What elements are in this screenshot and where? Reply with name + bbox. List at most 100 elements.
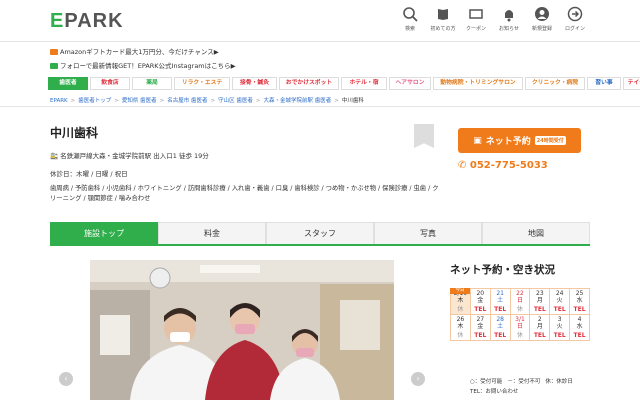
calendar-day[interactable]: 27 金 TEL [469, 314, 491, 341]
day-date: 26 [456, 316, 465, 323]
calendar-day[interactable]: 21 土 TEL [489, 288, 511, 315]
carousel-next-button[interactable]: › [411, 372, 425, 386]
day-weekday: 金 [477, 297, 484, 304]
day-date: 3 [557, 316, 562, 323]
day-status: TEL [573, 306, 586, 313]
calendar-day[interactable]: 23 月 TEL [529, 288, 551, 315]
station-info: 🚉 名鉄瀬戸線大森・金城学院前駅 出入口1 徒歩 19分 [50, 152, 209, 160]
divider [0, 106, 640, 107]
24h-badge: 24時間受付 [534, 136, 566, 145]
day-status: 休 [457, 332, 464, 339]
day-date: 25 [575, 290, 584, 297]
coupon-nav-button[interactable]: クーポン [461, 6, 491, 32]
calendar-day[interactable]: 20 金 TEL [469, 288, 491, 315]
day-date: 2 [537, 316, 542, 323]
category-tab[interactable]: ヘアサロン [389, 77, 431, 90]
day-weekday: 水 [576, 297, 583, 304]
calendar-day[interactable]: 28 土 TEL [489, 314, 511, 341]
availability-calendar: 2/19木休20金TEL21土TEL22日休23月TEL24火TEL25水TEL… [450, 288, 590, 341]
site-header: EPARK 検索 初めての方 クーポン お知らせ 新規登録 ログイン [0, 0, 640, 42]
day-date: 23 [536, 290, 544, 297]
day-date: 28 [496, 316, 504, 323]
book-icon [438, 9, 448, 20]
tab-top[interactable]: 施設トップ [50, 222, 158, 244]
tab-map[interactable]: 地図 [482, 222, 590, 244]
day-status: TEL [533, 306, 546, 313]
tab-photo[interactable]: 写真 [374, 222, 482, 244]
day-status: 休 [457, 306, 464, 313]
day-date: 21 [496, 290, 504, 297]
breadcrumb-link[interactable]: 守山区 歯医者 [218, 98, 253, 104]
calendar-day: 26 木休 [450, 314, 471, 341]
book-nav-button[interactable]: 初めての方 [428, 6, 458, 32]
login-nav-button[interactable]: ログイン [560, 6, 590, 32]
day-status: 休 [516, 332, 523, 339]
bell-nav-button[interactable]: お知らせ [494, 6, 524, 32]
phone-link[interactable]: ✆ 052-775-5033 [458, 160, 548, 171]
epark-logo[interactable]: EPARK [50, 10, 124, 33]
legend-item: TEL：お問い合わせ [470, 389, 519, 395]
category-tab[interactable]: テイクアウト [623, 77, 640, 90]
breadcrumb-link[interactable]: 大森・金城学院前駅 歯医者 [263, 98, 331, 104]
tab-staff[interactable]: スタッフ [266, 222, 374, 244]
bookmark-icon[interactable] [414, 124, 434, 148]
net-reserve-button[interactable]: ▣ ネット予約 24時間受付 [458, 128, 581, 153]
today-label: 今日 [450, 288, 470, 294]
legend-item: 休：休診日 [545, 379, 573, 385]
day-weekday: 土 [497, 323, 504, 330]
phone-icon: ✆ [458, 160, 470, 171]
legend-item: ○：受付可能 [470, 379, 503, 385]
category-tab[interactable]: 習い事 [587, 77, 621, 90]
breadcrumb-separator: > [114, 98, 119, 104]
calendar-check-icon: ▣ [473, 135, 482, 146]
category-tab[interactable]: 薬局 [132, 77, 172, 90]
breadcrumb-link[interactable]: 愛知県 歯医者 [122, 98, 157, 104]
breadcrumb-link[interactable]: 名古屋市 歯医者 [167, 98, 207, 104]
clinic-name: 中川歯科 [50, 126, 99, 140]
clinic-tabs: 施設トップ 料金 スタッフ 写真 地図 [50, 222, 590, 246]
day-weekday: 火 [556, 297, 563, 304]
day-weekday: 土 [497, 297, 504, 304]
day-date: 24 [555, 290, 564, 297]
day-weekday: 火 [556, 323, 563, 330]
promo-amazon[interactable]: Amazonギフトカード最大1万円分、今だけチャンス▶ [50, 46, 219, 56]
tab-price[interactable]: 料金 [158, 222, 266, 244]
day-weekday: 木 [457, 323, 464, 330]
calendar-day[interactable]: 25 水 TEL [569, 288, 590, 315]
day-weekday: 木 [457, 297, 464, 304]
calendar-day[interactable]: 24 火 TEL [549, 288, 571, 315]
category-tab[interactable]: ホテル・宿 [341, 77, 387, 90]
category-tab[interactable]: 動物病院・トリミングサロン [433, 77, 523, 90]
search-nav-button[interactable]: 検索 [395, 6, 425, 32]
day-status: TEL [494, 306, 507, 313]
day-status: 休 [516, 306, 523, 313]
calendar-day[interactable]: 4 水 TEL [569, 314, 590, 341]
category-nav: 歯医者 飲食店 薬局 リラク・エステ 接骨・鍼灸 おでかけスポット ホテル・宿 ヘアサロン 動物… [48, 77, 640, 90]
category-tab[interactable]: 飲食店 [90, 77, 130, 90]
day-weekday: 水 [576, 323, 583, 330]
breadcrumb-separator: > [255, 98, 261, 104]
breadcrumb-link[interactable]: 歯医者トップ [78, 98, 111, 104]
breadcrumb-link[interactable]: EPARK [50, 98, 68, 104]
legend-item: －：受付不可 [507, 379, 541, 385]
calendar-day[interactable]: 3 火 TEL [549, 314, 571, 341]
day-date: 4 [577, 316, 582, 323]
clinic-staff-photo [90, 260, 394, 400]
closed-days: 休診日：木曜 / 日曜 / 祝日 [50, 170, 128, 178]
day-date: 3/1 [515, 316, 525, 323]
calendar-day[interactable]: 2 月 TEL [529, 314, 551, 341]
day-status: TEL [553, 332, 566, 339]
treatment-list: 歯周病 / 予防歯科 / 小児歯科 / ホワイトニング / 訪問歯科診療 / 入… [50, 185, 439, 202]
category-tab[interactable]: リラク・エステ [174, 77, 230, 90]
promo-instagram[interactable]: フォローで最新情報GET！EPARK公式Instagramはこちら▶ [50, 60, 236, 70]
day-weekday: 月 [536, 297, 543, 304]
category-tab[interactable]: おでかけスポット [279, 77, 339, 90]
breadcrumb-separator: > [334, 98, 339, 104]
coupon-icon [469, 9, 483, 19]
category-tab[interactable]: クリニック・病院 [525, 77, 585, 90]
category-tab[interactable]: 接骨・鍼灸 [232, 77, 277, 90]
day-weekday: 日 [516, 323, 523, 330]
carousel-prev-button[interactable]: ‹ [59, 372, 73, 386]
category-tab[interactable]: 歯医者 [48, 77, 88, 90]
user-nav-button[interactable]: 新規登録 [527, 6, 557, 32]
